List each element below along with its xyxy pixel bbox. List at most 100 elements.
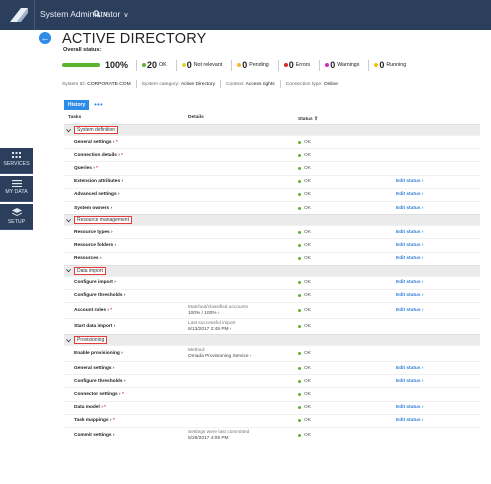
context-label: Context: — [226, 81, 245, 87]
task-link[interactable]: General settings › * — [74, 140, 118, 145]
grid-icon — [12, 152, 21, 158]
task-link[interactable]: Resources › — [74, 256, 101, 261]
task-link[interactable]: Connection details › * — [74, 153, 123, 158]
group-header[interactable]: System definition — [64, 124, 480, 135]
status-dot — [298, 379, 301, 383]
table-header: Tasks Details Status ⇧ — [64, 115, 480, 124]
status-running[interactable]: 0 Running — [374, 60, 406, 70]
task-link[interactable]: Task mappings › * — [74, 418, 115, 423]
edit-status-link[interactable]: Edit status › — [396, 405, 423, 410]
details-link[interactable]: 100% / 100% › — [188, 311, 298, 317]
edit-status-link[interactable]: Edit status › — [396, 379, 423, 384]
status-cell: OK — [298, 280, 396, 285]
task-label: General settings › — [74, 139, 115, 145]
group-header[interactable]: Provisioning — [64, 334, 480, 346]
edit-status-cell: Edit status › — [396, 179, 480, 184]
table-row: General settings › * OK — [64, 135, 480, 148]
status-ok[interactable]: 20 OK — [142, 60, 167, 70]
details-link[interactable]: 5/29/2017 4:09 PM — [188, 436, 298, 442]
more-icon[interactable]: ••• — [94, 102, 103, 109]
edit-status-link[interactable]: Edit status › — [396, 192, 423, 197]
task-link[interactable]: Start data import › — [74, 324, 115, 329]
table-row: Queries › * OK — [64, 161, 480, 174]
status-cell: OK — [298, 230, 396, 235]
task-label: Configure thresholds › — [74, 378, 126, 384]
task-label: Start data import › — [74, 324, 116, 330]
group-header[interactable]: Data import — [64, 264, 480, 276]
edit-status-link[interactable]: Edit status › — [396, 418, 423, 423]
task-label: Connection details › — [74, 152, 120, 158]
status-dot — [298, 325, 301, 329]
header-status[interactable]: Status ⇧ — [298, 115, 396, 124]
task-link[interactable]: Configure import › — [74, 280, 116, 285]
edit-status-cell: Edit status › — [396, 280, 480, 285]
nav-services[interactable]: SERVICES — [0, 148, 33, 174]
status-not-relevant[interactable]: 0 Not relevant — [181, 60, 222, 70]
details-link[interactable]: Omada Provisioning Service › — [188, 354, 298, 360]
group-title: System definition — [74, 126, 119, 134]
task-cell: Account rules › * — [64, 308, 188, 313]
table-row: Resource folders › OK Edit status › — [64, 238, 480, 251]
task-link[interactable]: Queries › * — [74, 166, 98, 171]
status-cell: OK — [298, 179, 396, 184]
task-link[interactable]: Advanced settings › — [74, 192, 120, 197]
system-info: System ID: CORPORATE.COM System category… — [62, 80, 338, 88]
task-link[interactable]: Account rules › * — [74, 308, 112, 313]
logo-icon[interactable] — [8, 5, 30, 25]
status-label: OK — [304, 139, 311, 145]
table-body: System definition General settings › * OK C… — [64, 124, 480, 443]
task-link[interactable]: Enable provisioning › — [74, 351, 123, 356]
status-dot — [298, 140, 301, 144]
details-link[interactable]: 6/13/2017 2:45 PM › — [188, 327, 298, 333]
task-link[interactable]: Configure thresholds › — [74, 379, 125, 384]
task-link[interactable]: System owners › — [74, 206, 112, 211]
edit-status-link[interactable]: Edit status › — [396, 293, 423, 298]
edit-status-link[interactable]: Edit status › — [396, 206, 423, 211]
chevron-down-icon — [66, 128, 71, 132]
table-row: General settings › OK Edit status › — [64, 361, 480, 374]
system-id-value: CORPORATE.COM — [87, 81, 131, 87]
task-link[interactable]: Extension attributes › — [74, 179, 123, 184]
task-link[interactable]: Connector settings › * — [74, 392, 124, 397]
back-button[interactable]: ← — [39, 32, 51, 44]
edit-status-link[interactable]: Edit status › — [396, 256, 423, 261]
status-dot — [181, 63, 186, 67]
edit-status-link[interactable]: Edit status › — [396, 366, 423, 371]
search-menu[interactable]: ∨ — [93, 8, 108, 18]
status-cell: OK — [298, 366, 396, 371]
group-header[interactable]: Resource management — [64, 214, 480, 226]
group-title-wrap: Data import — [64, 266, 106, 275]
task-link[interactable]: Resource types › — [74, 230, 113, 235]
status-errors[interactable]: 0 Errors — [283, 60, 310, 70]
edit-status-link[interactable]: Edit status › — [396, 230, 423, 235]
edit-status-link[interactable]: Edit status › — [396, 308, 423, 313]
task-link[interactable]: General settings › — [74, 366, 115, 371]
task-link[interactable]: Commit settings › — [74, 433, 115, 438]
left-nav: SERVICES MY DATA SETUP — [0, 148, 33, 232]
user-menu[interactable]: System Administrator ∨ — [40, 9, 128, 19]
table-row: Resources › OK Edit status › — [64, 251, 480, 265]
table-row: Commit settings › Settings were last comm… — [64, 427, 480, 443]
task-link[interactable]: Data model › * — [74, 405, 106, 410]
status-warnings[interactable]: 0 Warnings — [325, 60, 359, 70]
edit-status-link[interactable]: Edit status › — [396, 179, 423, 184]
status-cell: OK — [298, 418, 396, 423]
status-cell: OK — [298, 433, 396, 438]
task-link[interactable]: Configure thresholds › — [74, 293, 125, 298]
edit-status-link[interactable]: Edit status › — [396, 243, 423, 248]
edit-status-link[interactable]: Edit status › — [396, 280, 423, 285]
header-edit — [396, 115, 480, 124]
header-details[interactable]: Details — [188, 115, 298, 124]
table-row: Extension attributes › OK Edit status › — [64, 174, 480, 188]
task-link[interactable]: Resource folders › — [74, 243, 116, 248]
task-label: Queries › — [74, 165, 95, 171]
status-dot — [298, 406, 301, 410]
header-tasks[interactable]: Tasks — [64, 115, 188, 124]
task-cell: Configure thresholds › — [64, 293, 188, 298]
tab-history[interactable]: History — [64, 100, 90, 110]
nav-my-data[interactable]: MY DATA — [0, 176, 33, 202]
layers-icon — [11, 208, 22, 216]
status-pending[interactable]: 0 Pending — [237, 60, 269, 70]
hamburger-icon — [11, 180, 22, 187]
nav-setup[interactable]: SETUP — [0, 204, 33, 230]
